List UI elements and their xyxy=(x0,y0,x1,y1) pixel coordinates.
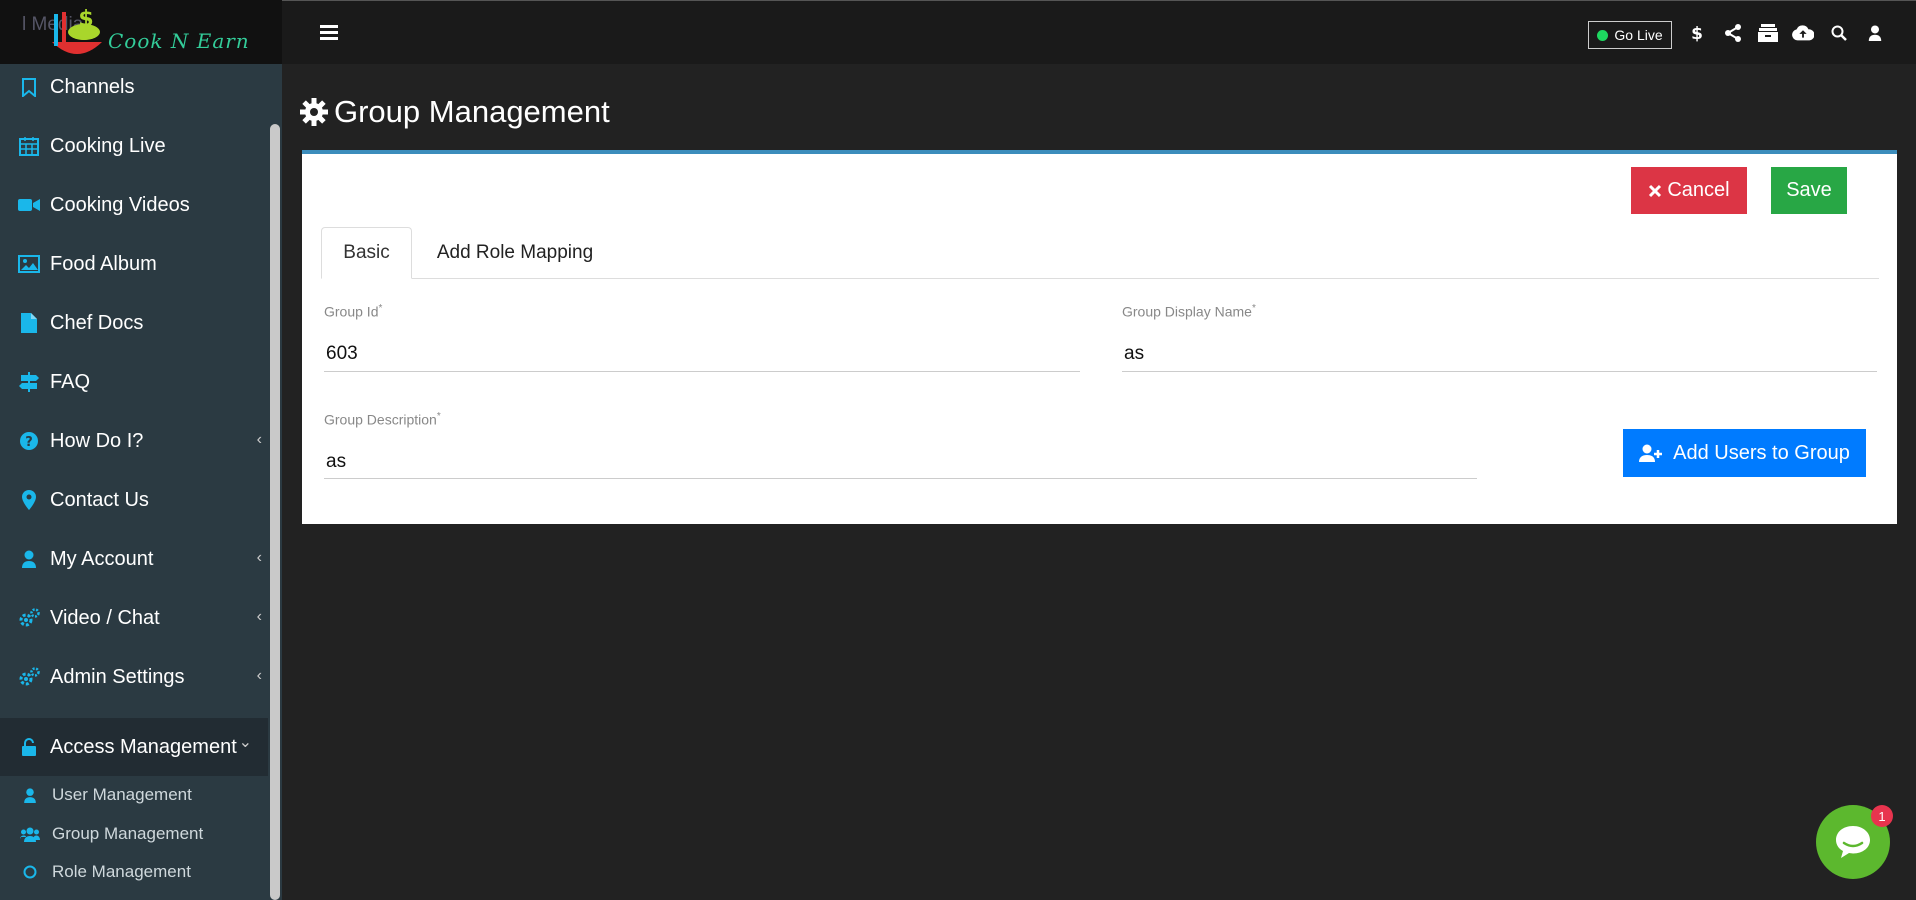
brand-logo[interactable]: l Media $ Cook N Earn xyxy=(0,0,282,64)
image-icon xyxy=(18,255,40,273)
chevron-left-icon: ‹ xyxy=(256,431,262,448)
sidebar-item-how-do-i[interactable]: ? How Do I? ‹ xyxy=(0,412,268,470)
sidebar-item-chef-docs[interactable]: Chef Docs xyxy=(0,294,268,352)
search-icon[interactable] xyxy=(1828,22,1850,44)
sidebar: Channels Cooking Live Cooking Videos Foo… xyxy=(0,0,268,900)
sidebar-subitem-label: Role Management xyxy=(52,862,191,881)
chevron-left-icon: ‹ xyxy=(256,667,262,684)
go-live-label: Go Live xyxy=(1614,27,1663,43)
add-users-label: Add Users to Group xyxy=(1673,441,1850,464)
go-live-button[interactable]: Go Live xyxy=(1588,21,1672,49)
hamburger-menu-icon[interactable] xyxy=(320,25,338,40)
tab-add-role-mapping[interactable]: Add Role Mapping xyxy=(420,227,610,279)
map-marker-icon xyxy=(18,490,40,510)
sidebar-item-video-chat[interactable]: Video / Chat ‹ xyxy=(0,589,268,647)
dollar-icon[interactable]: $ xyxy=(1686,22,1708,44)
chef-logo-icon: $ xyxy=(52,7,102,54)
tab-label: Add Role Mapping xyxy=(436,242,594,263)
sidebar-item-faq[interactable]: FAQ xyxy=(0,353,268,411)
cogs-icon xyxy=(18,608,40,628)
video-camera-icon xyxy=(18,197,40,213)
user-icon[interactable] xyxy=(1864,22,1886,44)
group-id-label: Group Id* xyxy=(324,303,383,320)
sidebar-item-channels[interactable]: Channels xyxy=(0,58,268,116)
chat-bubble-icon xyxy=(1836,826,1870,858)
sidebar-subitem-role-management[interactable]: Role Management xyxy=(0,853,268,891)
bookmark-icon xyxy=(18,77,40,97)
add-users-to-group-button[interactable]: Add Users to Group xyxy=(1623,429,1866,477)
svg-text:?: ? xyxy=(25,435,33,450)
group-display-name-input[interactable]: as xyxy=(1124,343,1144,365)
sidebar-item-label: My Account xyxy=(50,547,154,570)
user-plus-icon xyxy=(1639,444,1663,462)
question-circle-icon: ? xyxy=(18,432,40,450)
cancel-label: Cancel xyxy=(1667,179,1730,201)
sidebar-item-label: Admin Settings xyxy=(50,665,185,688)
brand-logo-text: Cook N Earn xyxy=(108,29,250,53)
sidebar-item-label: How Do I? xyxy=(50,429,144,452)
tab-basic[interactable]: Basic xyxy=(321,227,412,279)
sidebar-item-my-account[interactable]: My Account ‹ xyxy=(0,530,268,588)
sidebar-subitem-label: Group Management xyxy=(52,824,204,843)
user-icon xyxy=(18,550,40,568)
cogs-icon xyxy=(18,667,40,687)
chat-notification-badge: 1 xyxy=(1871,805,1893,827)
group-display-name-underline xyxy=(1122,371,1877,372)
cancel-button[interactable]: Cancel xyxy=(1631,167,1747,214)
sidebar-subitem-group-management[interactable]: Group Management xyxy=(0,815,268,853)
group-display-name-label: Group Display Name* xyxy=(1122,303,1256,320)
page-title-text: Group Management xyxy=(334,94,610,129)
sidebar-item-label: Cooking Live xyxy=(50,134,166,157)
group-description-label: Group Description* xyxy=(324,411,441,428)
group-description-input[interactable]: as xyxy=(326,451,346,473)
users-icon xyxy=(20,827,40,842)
sidebar-item-label: Cooking Videos xyxy=(50,193,190,216)
tab-label: Basic xyxy=(343,242,390,263)
live-status-dot xyxy=(1597,29,1609,41)
save-label: Save xyxy=(1786,179,1832,201)
share-icon[interactable] xyxy=(1722,22,1744,44)
sidebar-item-label: Channels xyxy=(50,75,135,98)
sidebar-item-label: Access Management xyxy=(50,735,237,758)
calendar-icon xyxy=(18,136,40,156)
file-icon xyxy=(18,313,40,333)
sidebar-item-cooking-videos[interactable]: Cooking Videos xyxy=(0,176,268,234)
page-title: Group Management xyxy=(300,94,610,130)
sidebar-item-label: FAQ xyxy=(50,370,91,393)
cloud-upload-icon[interactable] xyxy=(1792,22,1814,44)
sidebar-item-label: Chef Docs xyxy=(50,311,144,334)
chevron-left-icon: ‹ xyxy=(256,549,262,566)
sidebar-item-label: Food Album xyxy=(50,252,157,275)
signpost-icon xyxy=(18,372,40,392)
sidebar-item-label: Contact Us xyxy=(50,488,149,511)
sidebar-item-label: Video / Chat xyxy=(50,606,160,629)
sidebar-item-cooking-live[interactable]: Cooking Live xyxy=(0,117,268,175)
sidebar-subitem-label: User Management xyxy=(52,785,192,804)
svg-text:$: $ xyxy=(1691,24,1703,43)
save-button[interactable]: Save xyxy=(1771,167,1847,214)
sidebar-subitem-user-management[interactable]: User Management xyxy=(0,776,268,814)
svg-text:$: $ xyxy=(78,7,93,32)
sidebar-scrollbar[interactable] xyxy=(268,64,282,900)
user-icon xyxy=(20,787,40,803)
chevron-left-icon: ‹ xyxy=(256,608,262,625)
gear-icon xyxy=(300,98,328,126)
sidebar-item-contact-us[interactable]: Contact Us xyxy=(0,471,268,529)
circle-icon xyxy=(20,865,40,879)
sidebar-item-admin-settings[interactable]: Admin Settings ‹ xyxy=(0,648,268,706)
sidebar-item-food-album[interactable]: Food Album xyxy=(0,235,268,293)
close-icon xyxy=(1649,184,1662,197)
group-id-underline xyxy=(324,371,1080,372)
archive-icon[interactable] xyxy=(1757,22,1779,44)
group-description-underline xyxy=(324,478,1477,479)
sidebar-scrollbar-thumb[interactable] xyxy=(270,124,280,900)
sidebar-item-access-management[interactable]: Access Management ⌄ xyxy=(0,718,268,776)
unlock-icon xyxy=(18,738,40,756)
chevron-down-icon: ⌄ xyxy=(238,734,252,751)
group-id-input[interactable]: 603 xyxy=(326,343,358,365)
